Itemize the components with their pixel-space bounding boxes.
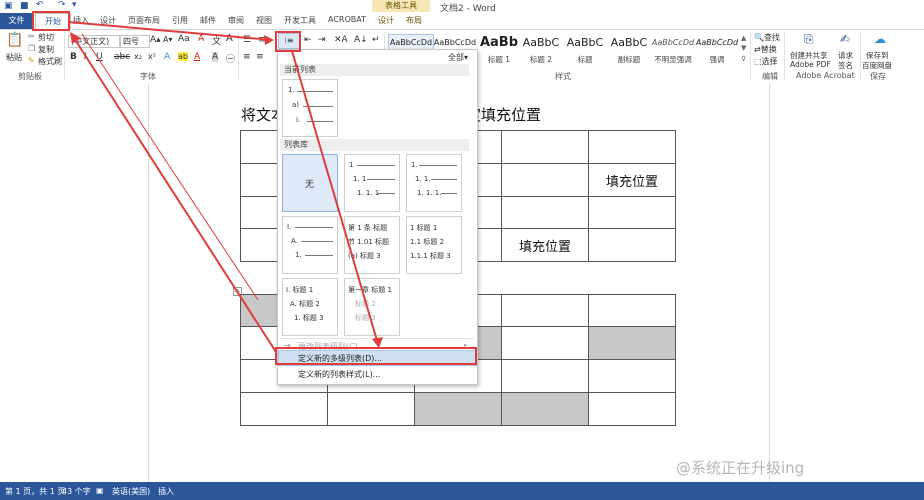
annotation-thin-line xyxy=(81,33,259,301)
insert-mode-status[interactable]: 插入 xyxy=(158,486,174,497)
annotation-arrowhead-2 xyxy=(372,337,383,348)
annotation-arrow-2 xyxy=(291,50,379,345)
word-count[interactable]: 43 个字 xyxy=(62,486,91,497)
language-status[interactable]: 英语(美国) xyxy=(112,486,150,497)
annotation-overlay xyxy=(32,11,477,365)
watermark: @系统正在升级ing xyxy=(676,459,805,477)
annotation-arrowhead-3 xyxy=(70,32,81,44)
annotation-arrow-3 xyxy=(73,37,277,353)
annotation-box-home-tab xyxy=(32,11,70,31)
status-bar: 第 1 页，共 1 页 43 个字 ▣ 英语(美国) 插入 xyxy=(0,482,924,500)
annotation-arrow-1 xyxy=(67,21,273,41)
annotation-box-define-item xyxy=(275,347,477,365)
proofing-icon[interactable]: ▣ xyxy=(96,486,104,495)
page-count[interactable]: 第 1 页，共 1 页 xyxy=(5,486,65,497)
annotation-arrowhead-1 xyxy=(264,35,274,45)
annotation-box-multilevel-button xyxy=(275,31,301,52)
